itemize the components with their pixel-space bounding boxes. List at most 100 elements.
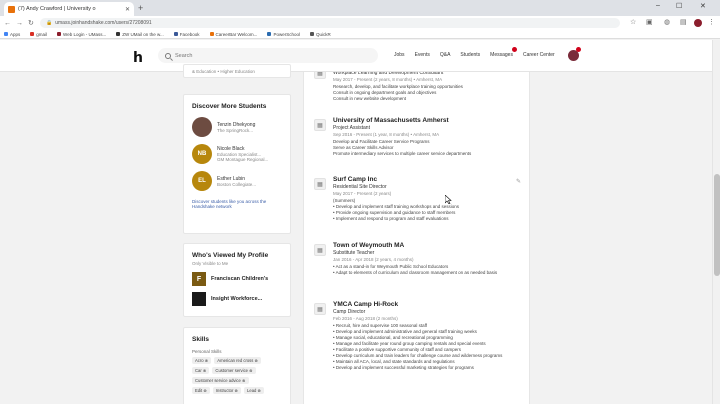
bookmark-favicon-icon (57, 32, 62, 36)
bookmark-item[interactable]: ZW UMail on the w... (116, 32, 164, 37)
building-icon: ▦ (314, 178, 326, 190)
experience-role: Project Assistant (333, 125, 370, 131)
skill-chip[interactable]: Car ⊗ (192, 367, 210, 374)
student-item[interactable]: NB Nicole Black Education Specialist... … (192, 144, 282, 164)
student-avatar: NB (192, 144, 212, 164)
bookmark-item[interactable]: PowerSchool (267, 32, 300, 37)
url-text: umass.joinhandshake.com/users/27208091 (55, 20, 152, 26)
who-viewed-subtitle: Only Visible to Me (192, 261, 229, 266)
bookmark-label: CareerBar Welcom... (215, 31, 258, 37)
about-text: & Education • Higher Education (192, 69, 255, 74)
bookmark-favicon-icon (4, 32, 8, 36)
bookmark-item[interactable]: CareerBar Welcom... (209, 31, 258, 37)
bookmark-item[interactable]: gmail (30, 32, 47, 37)
tab-title: (7) Andy Crawford | University o (18, 6, 96, 12)
extension2-icon[interactable]: ◍ (664, 18, 670, 26)
building-icon: ▦ (314, 303, 326, 315)
maximize-icon[interactable]: ☐ (676, 2, 682, 10)
viewer-org-name: Franciscan Children's (211, 276, 269, 282)
bookmark-label: Web Login - UMass... (63, 31, 107, 37)
discover-title: Discover More Students (192, 103, 267, 110)
nav-events[interactable]: Events (415, 52, 430, 58)
discover-footer-link[interactable]: Discover students like you across the Ha… (192, 199, 280, 209)
bookmark-favicon-icon (30, 32, 35, 36)
skill-chip[interactable]: Customer service advice ⊗ (192, 377, 249, 384)
extension3-icon[interactable]: ▤ (680, 18, 687, 26)
bookmark-label: ZW UMail on the w... (122, 31, 164, 37)
scrollbar-thumb[interactable] (714, 174, 720, 276)
building-icon: ▦ (314, 244, 326, 256)
bookmark-item[interactable]: Apps (4, 32, 20, 37)
student-avatar: EL (192, 171, 212, 191)
student-sub: Boston Collegiate... (217, 181, 257, 187)
search-input[interactable] (175, 52, 355, 59)
student-item[interactable]: EL Esther Lubin Boston Collegiate... (192, 171, 282, 191)
lock-icon: 🔒 (46, 20, 53, 26)
building-icon: ▦ (314, 72, 326, 79)
nav-career-center[interactable]: Career Center (523, 52, 555, 58)
discover-students-card: Discover More Students Tenzin Dhekyong T… (183, 94, 291, 234)
experience-line: • Implement and respond to program and s… (333, 216, 449, 221)
extension-icon[interactable]: ▣ (646, 18, 653, 26)
bookmark-label: Apps (10, 31, 21, 37)
skill-chip[interactable]: American red cross ⊗ (214, 357, 262, 364)
forward-icon[interactable]: → (16, 20, 23, 27)
nav-students[interactable]: Students (460, 52, 480, 58)
who-viewed-title: Who's Viewed My Profile (192, 252, 269, 259)
skill-chip[interactable]: Customer service ⊗ (212, 367, 256, 374)
experience-org[interactable]: Surf Camp Inc (333, 176, 523, 183)
search-bar[interactable] (158, 48, 378, 63)
experience-org[interactable]: YMCA Camp Hi-Rock (333, 301, 523, 308)
chrome-menu-icon[interactable]: ⋮ (708, 18, 715, 26)
star-icon[interactable]: ☆ (630, 18, 636, 26)
bookmark-item[interactable]: QuickR (309, 31, 331, 37)
nav-messages[interactable]: Messages (490, 47, 517, 58)
chrome-avatar[interactable] (694, 19, 702, 27)
viewer-item[interactable]: Insight Workforce... (192, 292, 282, 306)
skill-chip[interactable]: Acro ⊗ (192, 357, 212, 364)
org-logo: F (192, 272, 206, 286)
bookmark-label: Facebook (179, 31, 200, 37)
nav-messages-label: Messages (490, 52, 513, 58)
skill-chip[interactable]: Edit ⊗ (192, 387, 210, 394)
nav-qa[interactable]: Q&A (440, 52, 451, 58)
experience-dates: Sep 2016 - Present (1 year, 8 months) • … (333, 132, 440, 137)
student-sub: The SpringRock... (217, 127, 254, 133)
browser-tab[interactable]: (7) Andy Crawford | University o ✕ (4, 2, 134, 16)
experience-section: ▦ Workplace Learning and Development Con… (303, 72, 530, 404)
url-field[interactable]: 🔒 umass.joinhandshake.com/users/27208091 (40, 18, 620, 28)
experience-role: Camp Director (333, 309, 366, 315)
reload-icon[interactable]: ↻ (28, 19, 34, 27)
bookmark-item[interactable]: Facebook (173, 31, 200, 37)
experience-dates: May 2017 - Present (2 years) (333, 191, 392, 196)
new-tab-icon[interactable]: + (138, 3, 143, 13)
viewer-org-name: Insight Workforce... (211, 296, 263, 302)
bookmark-favicon-icon (116, 32, 121, 36)
experience-dates: Feb 2016 - Aug 2018 (2 months) (333, 316, 398, 321)
handshake-logo[interactable]: h (133, 50, 143, 66)
experience-org[interactable]: University of Massachusetts Amherst (333, 117, 523, 124)
bookmark-label: PowerSchool (273, 31, 300, 37)
profile-notification-badge (576, 47, 581, 52)
bookmark-favicon-icon (209, 32, 214, 36)
viewer-item[interactable]: F Franciscan Children's (192, 272, 282, 286)
handshake-favicon-icon (8, 5, 15, 13)
close-window-icon[interactable]: ✕ (700, 2, 706, 10)
nav-jobs[interactable]: Jobs (394, 52, 405, 58)
bookmark-item[interactable]: Web Login - UMass... (57, 32, 106, 37)
close-tab-icon[interactable]: ✕ (125, 6, 130, 13)
experience-role: Workplace Learning and Development Consu… (333, 72, 444, 76)
bookmarks-bar: Apps gmail Web Login - UMass... ZW UMail on… (0, 30, 720, 39)
bookmark-label: QuickR (315, 31, 331, 37)
student-item[interactable]: Tenzin Dhekyong The SpringRock... (192, 117, 282, 137)
minimize-icon[interactable]: – (656, 2, 660, 9)
search-icon (165, 52, 171, 59)
page-scrollbar[interactable] (712, 40, 720, 404)
skill-chip[interactable]: Instructor ⊗ (212, 387, 242, 394)
skill-chip[interactable]: Lead ⊗ (244, 387, 265, 394)
skills-subtitle: Personal Skills (192, 349, 222, 354)
experience-dates: May 2017 - Present (2 years, 8 months) •… (333, 77, 443, 82)
building-icon: ▦ (314, 119, 326, 131)
experience-org[interactable]: Town of Weymouth MA (333, 242, 523, 249)
back-icon[interactable]: ← (4, 20, 11, 27)
